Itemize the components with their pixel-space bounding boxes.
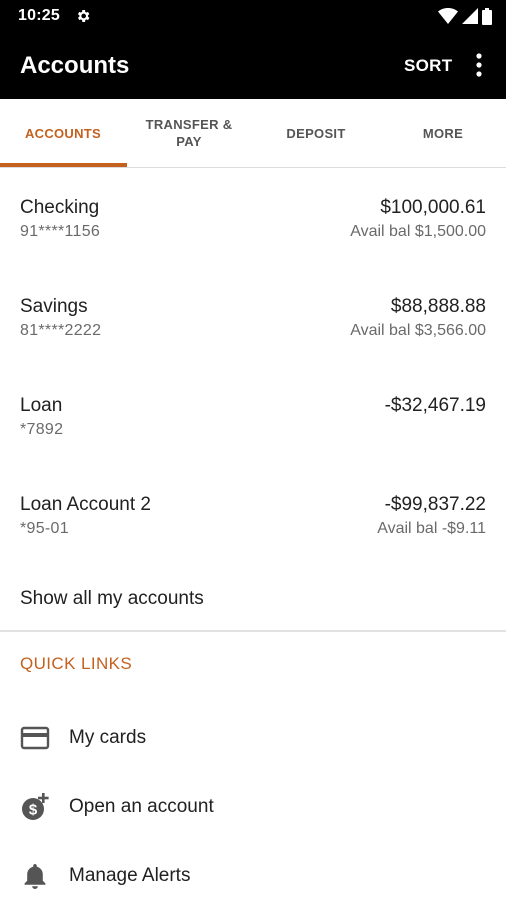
account-number: *95-01: [20, 520, 69, 537]
svg-text:$: $: [29, 802, 38, 819]
account-name: Loan: [20, 395, 63, 416]
account-balance: $100,000.61: [380, 197, 486, 218]
settings-icon: [77, 10, 90, 22]
wifi-icon: [438, 8, 458, 24]
add-money-icon: $: [22, 793, 49, 820]
account-row-savings[interactable]: Savings 81****2222 $88,888.88 Avail bal …: [0, 296, 506, 395]
tab-transfer-pay-label: TRANSFER & PAY: [145, 117, 233, 149]
tab-bar: ACCOUNTS TRANSFER & PAY DEPOSIT MORE: [0, 99, 506, 168]
section-divider: [0, 630, 506, 632]
account-row-checking[interactable]: Checking 91****1156 $100,000.61 Avail ba…: [0, 197, 506, 296]
account-number: 91****1156: [20, 223, 101, 240]
available-balance: Avail bal -$9.11: [377, 520, 486, 537]
account-balance: -$99,837.22: [384, 494, 486, 515]
app-bar: Accounts SORT: [0, 32, 506, 99]
quick-link-manage-alerts[interactable]: Manage Alerts: [0, 861, 506, 911]
signal-icon: [462, 8, 478, 24]
credit-card-icon: [20, 726, 50, 750]
quick-link-open-account[interactable]: $ Open an account: [0, 792, 506, 842]
quick-link-label: My cards: [69, 727, 147, 748]
status-time: 10:25: [18, 7, 60, 24]
show-all-accounts-link[interactable]: Show all my accounts: [20, 588, 204, 610]
status-bar: 10:25: [0, 0, 506, 32]
available-balance: Avail bal $1,500.00: [350, 223, 486, 240]
tab-transfer-pay[interactable]: TRANSFER & PAY: [126, 99, 252, 167]
quick-link-label: Manage Alerts: [69, 865, 191, 886]
battery-icon: [482, 7, 492, 25]
available-balance: Avail bal $3,566.00: [350, 322, 486, 339]
page-title: Accounts: [20, 52, 130, 79]
quick-link-my-cards[interactable]: My cards: [0, 723, 506, 773]
account-balance: $88,888.88: [390, 296, 486, 317]
more-vert-icon[interactable]: [468, 52, 490, 78]
quick-link-label: Open an account: [69, 796, 214, 817]
account-name: Checking: [20, 197, 100, 218]
account-row-loan-account-2[interactable]: Loan Account 2 *95-01 -$99,837.22 Avail …: [0, 494, 506, 593]
account-balance: -$32,467.19: [384, 395, 486, 416]
account-row-loan[interactable]: Loan *7892 -$32,467.19: [0, 395, 506, 494]
tab-more[interactable]: MORE: [380, 99, 506, 167]
sort-button[interactable]: SORT: [404, 56, 452, 76]
account-number: 81****2222: [20, 322, 102, 339]
quick-links-heading: QUICK LINKS: [20, 654, 133, 673]
bell-icon: [24, 864, 46, 889]
account-name: Savings: [20, 296, 88, 317]
active-tab-indicator: [0, 163, 127, 167]
tab-deposit[interactable]: DEPOSIT: [253, 99, 379, 167]
account-name: Loan Account 2: [20, 494, 151, 515]
tab-accounts[interactable]: ACCOUNTS: [0, 99, 126, 167]
account-number: *7892: [20, 421, 64, 438]
